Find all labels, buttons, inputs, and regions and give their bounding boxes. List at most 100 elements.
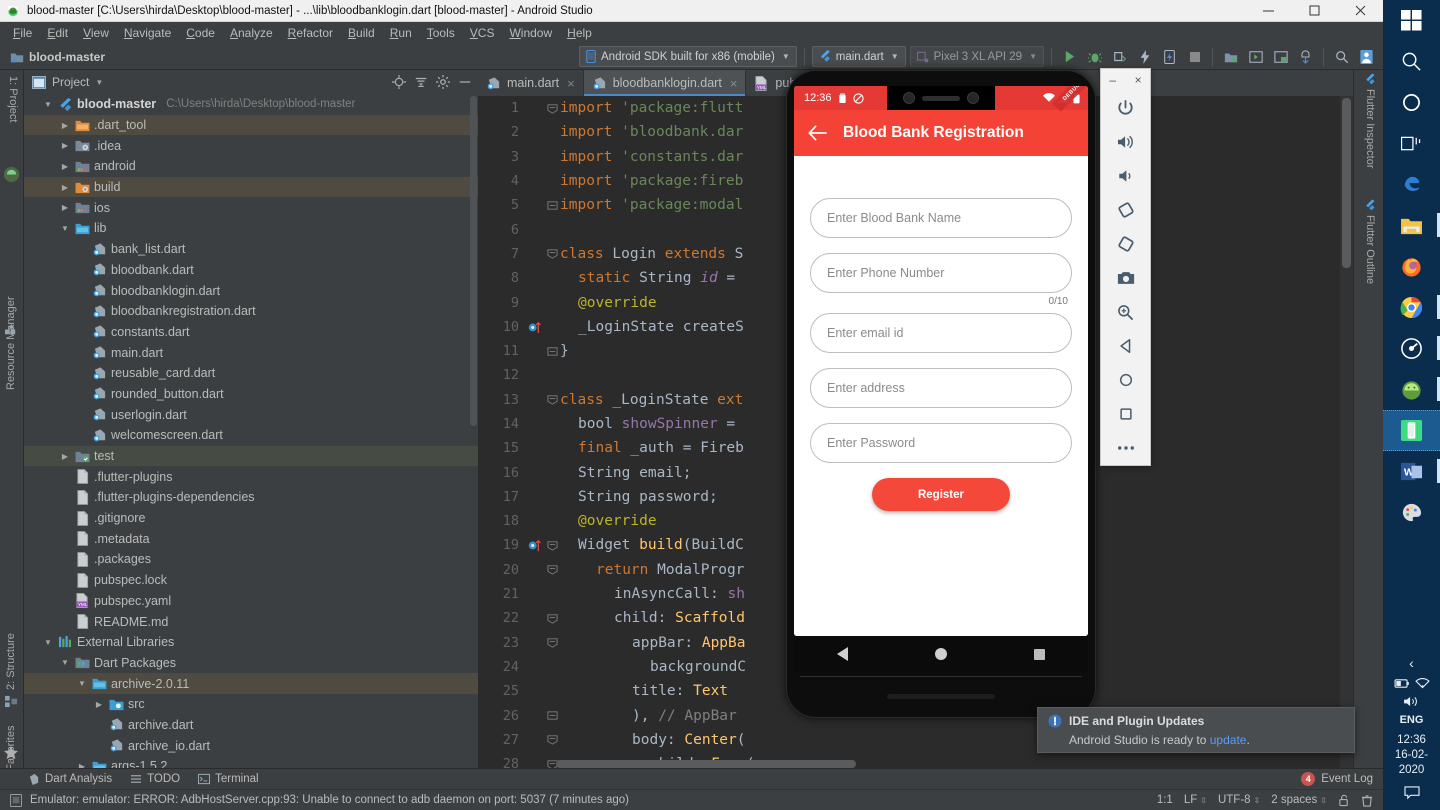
tree-node-pubspec-lock[interactable]: pubspec.lock [24,570,478,591]
action-center-button[interactable] [1403,786,1420,800]
tree-node-src[interactable]: ▶ src [24,694,478,715]
chevron-down-icon[interactable]: ▼ [42,100,54,109]
tree-node-readme-md[interactable]: README.md [24,611,478,632]
tree-node-bloodbankregistration-dart[interactable]: bloodbankregistration.dart [24,301,478,322]
stop-button[interactable] [1184,46,1205,67]
close-icon[interactable]: × [567,76,575,91]
project-tree[interactable]: ▼ blood-master C:\Users\hirda\Desktop\bloo… [24,94,478,768]
chevron-right-icon[interactable]: ▶ [59,452,71,461]
menu-item-refactor[interactable]: Refactor [281,24,340,42]
collapse-all-icon[interactable] [414,75,428,89]
taskbar-clock[interactable]: 12:36 16-02-2020 [1383,733,1440,778]
tree-node-userlogin-dart[interactable]: userlogin.dart [24,404,478,425]
nav-back-icon[interactable] [837,647,849,661]
start-icon[interactable] [1383,0,1440,41]
language-indicator[interactable]: ENG [1400,714,1424,726]
profiler-button[interactable] [1295,46,1316,67]
menu-item-tools[interactable]: Tools [420,24,462,42]
rotate-right-icon[interactable] [1100,227,1151,261]
menu-item-view[interactable]: View [76,24,116,42]
rail-flutter-outline-tab[interactable]: Flutter Outline [1364,199,1376,284]
indent-selector[interactable]: 2 spaces ⇳ [1271,794,1327,806]
editor-horizontal-thumb[interactable] [556,760,856,768]
caret-position[interactable]: 1:1 [1157,794,1173,806]
menu-item-window[interactable]: Window [502,24,559,42]
override-marker-icon[interactable] [526,320,544,334]
tree-node-reusable-card-dart[interactable]: reusable_card.dart [24,363,478,384]
file-explorer-icon[interactable] [1383,205,1440,246]
power-icon[interactable] [1100,91,1151,125]
device-profile-button[interactable] [1159,46,1180,67]
tree-node-archive-2-0-11[interactable]: ▼ archive-2.0.11 [24,673,478,694]
gear-icon[interactable] [436,75,450,89]
menu-item-run[interactable]: Run [383,24,419,42]
chevron-down-icon[interactable]: ▼ [42,638,54,647]
input-enter-blood-bank-name[interactable]: Enter Blood Bank Name [810,198,1072,238]
menu-item-navigate[interactable]: Navigate [117,24,178,42]
volume-up-icon[interactable] [1100,125,1151,159]
editor-vertical-scrollbar[interactable] [1340,96,1353,768]
chevron-right-icon[interactable]: ▶ [59,162,71,171]
android-studio-icon[interactable] [1383,369,1440,410]
tree-node-test[interactable]: ▶ test [24,445,478,467]
event-log-button[interactable]: 4 Event Log [1301,772,1383,786]
emulator-minimize-button[interactable]: – [1109,73,1116,87]
locate-icon[interactable] [392,75,406,89]
chevron-down-icon[interactable]: ▼ [59,658,71,667]
bottom-tab-dart-analysis[interactable]: Dart Analysis [28,773,112,785]
lock-icon[interactable] [1338,794,1350,807]
encoding-selector[interactable]: UTF-8 ⇳ [1218,794,1260,806]
attach-debugger-button[interactable] [1109,46,1130,67]
minimize-button[interactable] [1245,0,1291,22]
chevron-down-icon[interactable]: ▼ [59,224,71,233]
tree-node-ios[interactable]: ▶ ios [24,197,478,218]
hot-reload-button[interactable] [1134,46,1155,67]
chevron-right-icon[interactable]: ▶ [59,141,71,150]
tree-node-blood-master[interactable]: ▼ blood-master C:\Users\hirda\Desktop\bloo… [24,94,478,115]
overview-icon[interactable] [1100,397,1151,431]
close-button[interactable] [1337,0,1383,22]
code-fold-toggle[interactable] [544,540,560,551]
menu-item-help[interactable]: Help [560,24,599,42]
avd-manager-button[interactable] [1220,46,1241,67]
tree-node-pubspec-yaml[interactable]: YML pubspec.yaml [24,591,478,612]
antivirus-icon[interactable] [1383,328,1440,369]
user-account-button[interactable] [1356,46,1377,67]
volume-down-icon[interactable] [1100,159,1151,193]
tree-node-args-1-5-2[interactable]: ▶ args-1.5.2 [24,756,478,768]
screenshot-icon[interactable] [1100,261,1151,295]
cortana-icon[interactable] [1383,82,1440,123]
tray-expand-button[interactable]: ‹ [1409,655,1414,671]
code-fold-toggle[interactable] [544,200,560,211]
sdk-manager-button[interactable] [1245,46,1266,67]
tree-node--flutter-plugins[interactable]: .flutter-plugins [24,466,478,487]
debug-button[interactable] [1084,46,1105,67]
tree-node--packages[interactable]: .packages [24,549,478,570]
register-button[interactable]: Register [872,478,1010,511]
chrome-icon[interactable] [1383,287,1440,328]
rotate-left-icon[interactable] [1100,193,1151,227]
code-fold-toggle[interactable] [544,103,560,114]
chevron-right-icon[interactable]: ▶ [59,203,71,212]
maximize-button[interactable] [1291,0,1337,22]
word-icon[interactable]: W [1383,451,1440,492]
tree-node-welcomescreen-dart[interactable]: welcomescreen.dart [24,425,478,446]
code-fold-toggle[interactable] [544,734,560,745]
task-view-icon[interactable] [1383,123,1440,164]
firefox-icon[interactable] [1383,246,1440,287]
rail-flutter-inspector-tab[interactable]: Flutter Inspector [1364,73,1376,168]
menu-item-file[interactable]: File [6,24,39,42]
notification-popup[interactable]: IDE and Plugin Updates Android Studio is… [1037,707,1355,753]
nav-recents-icon[interactable] [1033,648,1045,660]
chevron-right-icon[interactable]: ▶ [59,183,71,192]
chevron-right-icon[interactable]: ▶ [59,121,71,130]
code-fold-toggle[interactable] [544,564,560,575]
zoom-icon[interactable] [1100,295,1151,329]
tree-node-archive-dart[interactable]: archive.dart [24,715,478,736]
input-enter-email-id[interactable]: Enter email id [810,313,1072,353]
tree-node-build[interactable]: ▶ build [24,176,478,198]
code-fold-toggle[interactable] [544,710,560,721]
menu-item-edit[interactable]: Edit [40,24,75,42]
tree-node-bloodbank-dart[interactable]: bloodbank.dart [24,260,478,281]
phone-screen[interactable]: 12:36 DEBUG Blood Bank Registration Ente… [794,86,1088,636]
